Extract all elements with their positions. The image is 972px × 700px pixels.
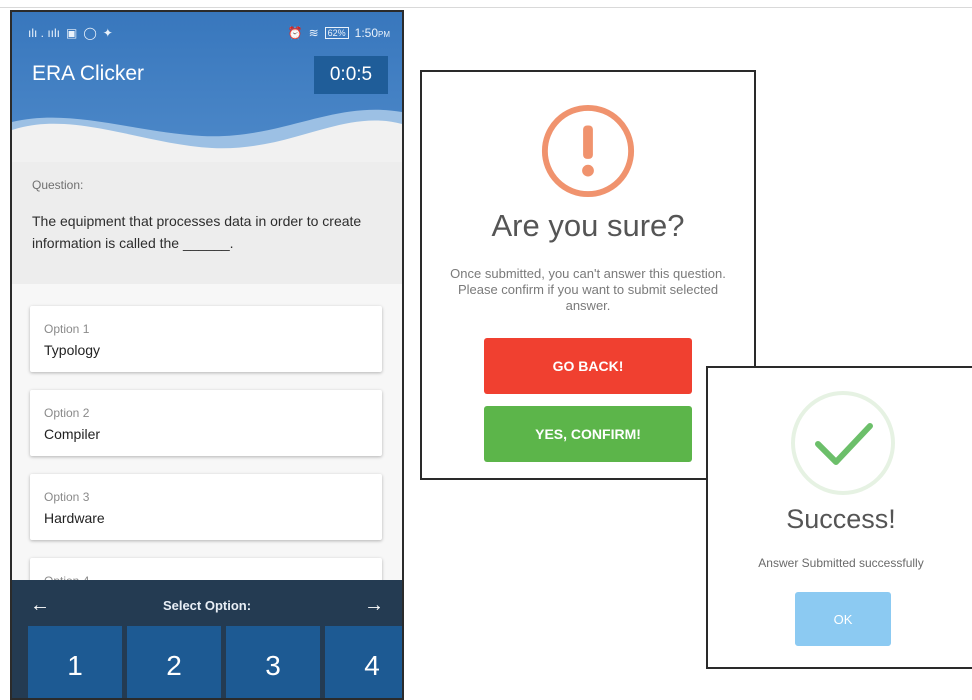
dialog-title: Are you sure?: [491, 208, 685, 243]
option-label: Option 2: [44, 406, 90, 420]
gallery-icon: ▣: [66, 26, 78, 40]
dialog-message: Once submitted, you can't answer this qu…: [450, 266, 726, 313]
top-divider: [0, 7, 972, 8]
number-button-1[interactable]: 1: [28, 626, 122, 698]
whatsapp-icon: ◯: [83, 26, 97, 40]
question-area: Question: The equipment that processes d…: [12, 162, 402, 284]
check-icon: [791, 391, 895, 495]
alarm-icon: ⏰: [287, 26, 303, 40]
option-card-2[interactable]: Option 2 Compiler: [30, 390, 382, 456]
battery-indicator: 62%: [324, 27, 349, 39]
option-label: Option 3: [44, 490, 90, 504]
success-message: Answer Submitted successfully: [758, 556, 924, 570]
option-value: Compiler: [44, 426, 101, 442]
success-title: Success!: [786, 504, 896, 534]
number-button-2[interactable]: 2: [127, 626, 221, 698]
go-back-button[interactable]: GO BACK!: [484, 338, 692, 394]
select-option-label: Select Option:: [162, 598, 252, 613]
question-text: The equipment that processes data in ord…: [32, 213, 362, 251]
number-button-4[interactable]: 4: [325, 626, 402, 698]
notification-icon: ✦: [102, 26, 113, 40]
warning-icon: [541, 104, 635, 198]
confirm-button[interactable]: YES, CONFIRM!: [484, 406, 692, 462]
ok-button[interactable]: OK: [795, 592, 891, 646]
status-bar: ılı . ıılı ▣ ◯ ✦ ⏰ ≋ 62% 1:50PM: [28, 24, 390, 42]
app-header: ılı . ıılı ▣ ◯ ✦ ⏰ ≋ 62% 1:50PM ERA Clic…: [12, 12, 402, 162]
wifi-icon: ≋: [308, 26, 319, 40]
option-value: Hardware: [44, 510, 105, 526]
option-selector-bar: ← Select Option: → 1 2 3 4: [12, 580, 402, 698]
option-label: Option 1: [44, 322, 90, 336]
countdown-timer: 0:0:5: [314, 56, 388, 94]
question-label: Question:: [32, 178, 84, 192]
arrow-right-icon[interactable]: →: [364, 594, 384, 617]
phone-screen: ılı . ıılı ▣ ◯ ✦ ⏰ ≋ 62% 1:50PM ERA Clic…: [10, 10, 404, 700]
success-dialog: Success! Answer Submitted successfully O…: [706, 366, 972, 669]
signal-indicator: ılı . ıılı: [28, 26, 61, 40]
app-title: ERA Clicker: [32, 62, 145, 85]
clock-time: 1:50: [354, 26, 378, 40]
option-card-3[interactable]: Option 3 Hardware: [30, 474, 382, 540]
clock-ampm: PM: [378, 30, 390, 39]
option-card-1[interactable]: Option 1 Typology: [30, 306, 382, 372]
option-value: Typology: [44, 342, 101, 358]
number-button-3[interactable]: 3: [226, 626, 320, 698]
options-list: Option 1 Typology Option 2 Compiler Opti…: [12, 284, 402, 624]
